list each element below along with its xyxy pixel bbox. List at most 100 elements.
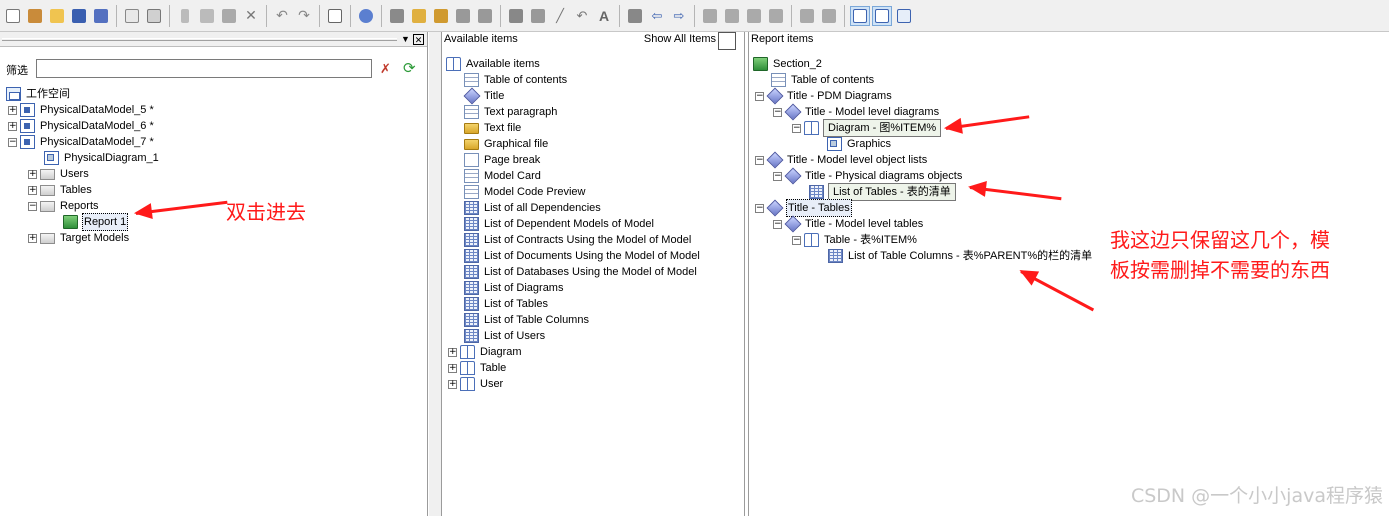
expand-icon[interactable]: +: [448, 379, 457, 389]
available-item[interactable]: List of Tables: [464, 296, 549, 312]
section-tool-icon[interactable]: [625, 6, 645, 26]
print-preview-icon[interactable]: [122, 6, 142, 26]
pane-splitter[interactable]: [429, 32, 441, 516]
collapse-icon[interactable]: −: [792, 123, 801, 133]
print-icon[interactable]: [144, 6, 164, 26]
new-package-icon[interactable]: [25, 6, 45, 26]
available-item[interactable]: Model Code Preview: [464, 184, 587, 200]
collapse-icon[interactable]: −: [755, 155, 764, 165]
report-item[interactable]: List of Tables - 表的清单: [809, 183, 956, 201]
collapse-icon[interactable]: −: [773, 171, 782, 181]
available-item[interactable]: Text paragraph: [464, 104, 558, 120]
available-item[interactable]: List of all Dependencies: [464, 200, 602, 216]
collapse-icon[interactable]: −: [792, 235, 801, 245]
tree-item-target-models[interactable]: + Target Models: [28, 230, 130, 246]
tree-item-model-5[interactable]: + PhysicalDataModel_5 *: [8, 102, 155, 118]
pane-close-icon[interactable]: ✕: [413, 34, 424, 45]
available-item[interactable]: List of Table Columns: [464, 312, 590, 328]
move-right-icon[interactable]: ⇨: [669, 6, 689, 26]
properties-icon[interactable]: [325, 6, 345, 26]
expand-icon[interactable]: +: [8, 121, 17, 131]
tree-item-reports[interactable]: − Reports: [28, 198, 100, 214]
save-icon[interactable]: [69, 6, 89, 26]
available-item[interactable]: Title: [463, 87, 505, 105]
report-item[interactable]: Table of contents: [771, 72, 875, 88]
report-item[interactable]: − Diagram - 图%ITEM%: [792, 119, 942, 137]
available-item[interactable]: List of Documents Using the Model of Mod…: [464, 248, 701, 264]
report-item[interactable]: List of Table Columns - 表%PARENT%的栏的清单: [828, 248, 1093, 264]
filter-input[interactable]: [36, 59, 372, 78]
layout-2-icon[interactable]: [722, 6, 742, 26]
report-item[interactable]: − Title - Tables: [755, 199, 852, 217]
report-item[interactable]: − Title - Model level diagrams: [773, 103, 940, 121]
report-item[interactable]: − Title - Physical diagrams objects: [773, 167, 963, 185]
pane-dropdown-icon[interactable]: ▼: [400, 34, 411, 45]
layout-4-icon[interactable]: [766, 6, 786, 26]
report-item[interactable]: − Title - Model level tables: [773, 215, 924, 233]
available-item[interactable]: List of Dependent Models of Model: [464, 216, 655, 232]
collapse-icon[interactable]: −: [755, 203, 764, 213]
available-root[interactable]: Available items: [446, 56, 541, 72]
tree-item-tables[interactable]: + Tables: [28, 182, 93, 198]
available-item[interactable]: Page break: [464, 152, 541, 168]
frame-tool-icon[interactable]: [528, 6, 548, 26]
save-all-icon[interactable]: [91, 6, 111, 26]
expand-icon[interactable]: +: [8, 105, 17, 115]
move-left-icon[interactable]: ⇦: [647, 6, 667, 26]
expand-icon[interactable]: +: [448, 363, 457, 373]
layout-3-icon[interactable]: [744, 6, 764, 26]
help-icon[interactable]: [356, 6, 376, 26]
available-item[interactable]: Model Card: [464, 168, 542, 184]
view-mode-3-icon[interactable]: [894, 6, 914, 26]
collapse-icon[interactable]: −: [28, 201, 37, 211]
tree-item-workspace[interactable]: 工作空间: [6, 86, 71, 102]
layout-1-icon[interactable]: [700, 6, 720, 26]
arc-tool-icon[interactable]: ↶: [572, 6, 592, 26]
clear-filter-icon[interactable]: ✗: [380, 61, 391, 77]
undo-icon[interactable]: ↶: [272, 6, 292, 26]
cut-icon[interactable]: [175, 6, 195, 26]
expand-icon[interactable]: +: [448, 347, 457, 357]
collapse-icon[interactable]: −: [773, 219, 782, 229]
view-mode-2-icon[interactable]: [872, 5, 892, 26]
delete-icon[interactable]: ✕: [241, 6, 261, 26]
refresh-icon[interactable]: ⟳: [403, 59, 416, 77]
show-all-checkbox[interactable]: [718, 32, 736, 50]
available-item[interactable]: Text file: [464, 120, 522, 136]
copy-icon[interactable]: [197, 6, 217, 26]
available-item[interactable]: + User: [448, 376, 504, 392]
text-tool-icon[interactable]: A: [594, 6, 614, 26]
open-icon[interactable]: [47, 6, 67, 26]
report-tool-2-icon[interactable]: [409, 6, 429, 26]
available-item[interactable]: Table of contents: [464, 72, 568, 88]
expand-icon[interactable]: +: [28, 185, 37, 195]
available-item[interactable]: Graphical file: [464, 136, 549, 152]
new-icon[interactable]: [3, 6, 23, 26]
report-tool-3-icon[interactable]: [431, 6, 451, 26]
view-mode-1-icon[interactable]: [850, 5, 870, 26]
report-tool-1-icon[interactable]: [387, 6, 407, 26]
report-item[interactable]: − Table - 表%ITEM%: [792, 232, 918, 248]
tree-item-report-1[interactable]: Report 1: [63, 213, 129, 231]
report-tool-5-icon[interactable]: [475, 6, 495, 26]
collapse-icon[interactable]: −: [755, 91, 764, 101]
available-item[interactable]: List of Diagrams: [464, 280, 564, 296]
available-item[interactable]: + Table: [448, 360, 507, 376]
tree-item-users[interactable]: + Users: [28, 166, 90, 182]
redo-icon[interactable]: ↷: [294, 6, 314, 26]
report-item[interactable]: Graphics: [827, 136, 892, 152]
available-item[interactable]: List of Contracts Using the Model of Mod…: [464, 232, 692, 248]
tree-item-model-6[interactable]: + PhysicalDataModel_6 *: [8, 118, 155, 134]
line-tool-icon[interactable]: ╱: [550, 6, 570, 26]
paste-icon[interactable]: [219, 6, 239, 26]
report-item[interactable]: − Title - Model level object lists: [755, 151, 928, 169]
collapse-icon[interactable]: −: [773, 107, 782, 117]
layout-6-icon[interactable]: [819, 6, 839, 26]
shape-tool-icon[interactable]: [506, 6, 526, 26]
collapse-icon[interactable]: −: [8, 137, 17, 147]
available-item[interactable]: List of Users: [464, 328, 546, 344]
available-item[interactable]: List of Databases Using the Model of Mod…: [464, 264, 698, 280]
tree-item-diagram[interactable]: PhysicalDiagram_1: [44, 150, 160, 166]
expand-icon[interactable]: +: [28, 233, 37, 243]
available-item[interactable]: + Diagram: [448, 344, 523, 360]
